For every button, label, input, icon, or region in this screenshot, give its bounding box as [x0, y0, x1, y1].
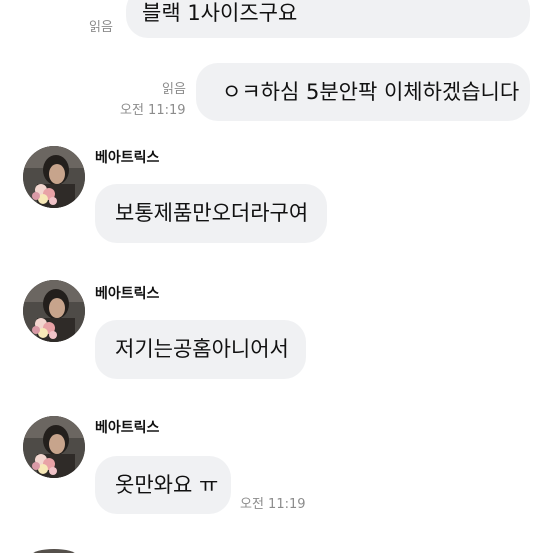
sender-avatar[interactable] — [23, 416, 85, 478]
sender-name: 베아트릭스 — [95, 286, 160, 302]
incoming-message-bubble[interactable]: 보통제품만오더라구여 — [95, 184, 327, 243]
message-timestamp: 오전 11:19 — [240, 497, 306, 512]
message-timestamp: 오전 11:19 — [120, 103, 186, 118]
sender-name: 베아트릭스 — [95, 420, 160, 436]
message-text: ㅇㅋ하심 5분안팍 이체하겠습니다 — [222, 79, 520, 104]
message-text: 블랙 1사이즈구요 — [142, 0, 298, 25]
read-receipt: 읽음 — [89, 20, 113, 35]
message-text: 옷만와요 ㅠ — [115, 472, 219, 497]
incoming-message-bubble[interactable]: 저기는공홈아니어서 — [95, 320, 306, 379]
outgoing-message-bubble[interactable]: ㅇㅋ하심 5분안팍 이체하겠습니다 — [196, 63, 530, 121]
sender-name: 베아트릭스 — [95, 150, 160, 166]
chat-screen: 블랙 1사이즈구요 읽음 ㅇㅋ하심 5분안팍 이체하겠습니다 읽음 오전 11:… — [0, 0, 553, 553]
avatar-image — [23, 280, 85, 342]
message-text: 보통제품만오더라구여 — [115, 201, 309, 225]
next-avatar-edge — [32, 549, 76, 553]
avatar-image — [23, 146, 85, 208]
sender-avatar[interactable] — [23, 280, 85, 342]
incoming-message-bubble[interactable]: 옷만와요 ㅠ — [95, 456, 231, 514]
avatar-image — [23, 416, 85, 478]
read-receipt: 읽음 — [162, 82, 186, 97]
sender-avatar[interactable] — [23, 146, 85, 208]
message-text: 저기는공홈아니어서 — [115, 337, 289, 361]
outgoing-message-bubble[interactable]: 블랙 1사이즈구요 — [126, 0, 530, 38]
